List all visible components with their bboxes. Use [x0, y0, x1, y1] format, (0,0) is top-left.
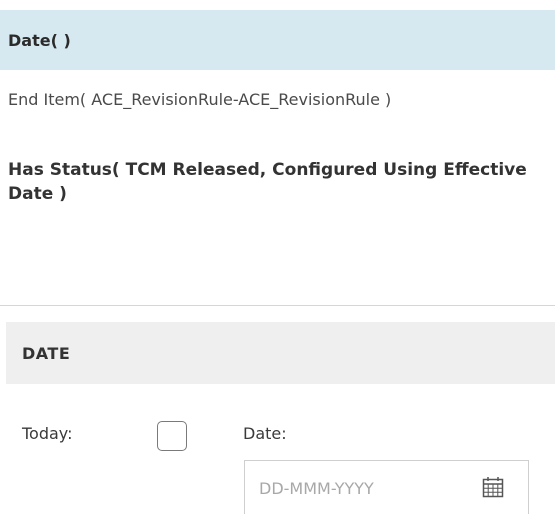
- section-divider: [0, 305, 555, 306]
- date-field: [244, 460, 529, 514]
- today-checkbox[interactable]: [157, 421, 187, 451]
- section-title: DATE: [22, 343, 71, 363]
- rule-clause-end-item[interactable]: End Item( ACE_RevisionRule-ACE_RevisionR…: [0, 88, 555, 111]
- date-label: Date:: [243, 424, 287, 443]
- rule-clause-label: End Item( ACE_RevisionRule-ACE_RevisionR…: [8, 90, 392, 109]
- date-section-header: DATE: [6, 322, 555, 384]
- calendar-icon[interactable]: [481, 475, 505, 499]
- rule-clause-has-status[interactable]: Has Status( TCM Released, Configured Usi…: [0, 158, 555, 206]
- date-input[interactable]: [259, 475, 459, 501]
- rule-clause-date[interactable]: Date( ): [0, 10, 555, 70]
- today-label: Today:: [22, 424, 73, 443]
- rule-clause-label: Has Status( TCM Released, Configured Usi…: [8, 160, 527, 204]
- rule-clause-label: Date( ): [8, 30, 71, 50]
